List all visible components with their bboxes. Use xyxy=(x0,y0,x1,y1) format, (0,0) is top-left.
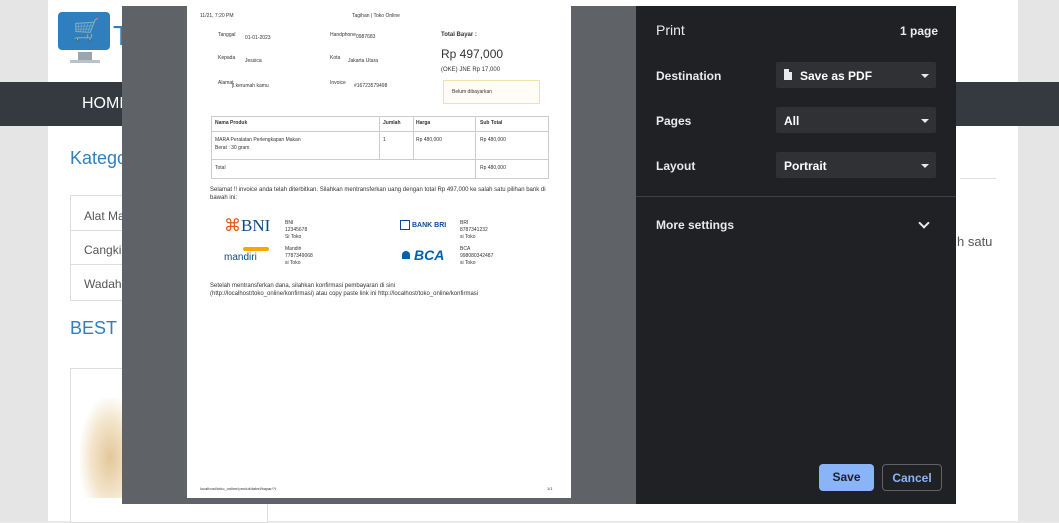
bank-detail: 8787341232 xyxy=(460,227,488,233)
partial-text: h satu xyxy=(957,234,993,249)
bri-logo-text: BANK BRI xyxy=(412,221,447,229)
mandiri-logo: mandiri xyxy=(224,252,257,263)
kota-value: Jakarta Utara xyxy=(348,58,379,64)
settings-divider xyxy=(636,196,956,197)
bank-detail: si Toko xyxy=(285,260,301,266)
chevron-down-icon xyxy=(921,74,929,78)
invoice-message: Selamat !! invoice anda telah diterbitka… xyxy=(210,187,546,201)
bri-account-info: BRI 8787341232 si Toko xyxy=(460,220,488,241)
mandiri-wave-icon xyxy=(243,247,269,251)
bni-logo: ⌘BNI xyxy=(224,216,270,236)
bni-logo-text: BNI xyxy=(241,216,271,235)
table-total-label: Total xyxy=(215,165,226,171)
total-bayar-label: Total Bayar : xyxy=(441,32,477,38)
content-divider xyxy=(960,178,996,179)
bank-detail: BRI xyxy=(460,220,469,226)
confirm-text: Setelah mentransferkan dana, silahkan ko… xyxy=(210,283,479,297)
page-count: 1 page xyxy=(900,24,939,38)
bank-detail: 12345678 xyxy=(285,227,308,233)
handphone-label: Handphone xyxy=(330,32,356,38)
print-title: Print xyxy=(656,22,685,38)
table-header: Jumlah xyxy=(383,120,401,126)
pages-value: All xyxy=(784,114,800,128)
alamat-value: jl.kerumah kamu xyxy=(232,83,269,89)
tanggal-value: 01-01-2023 xyxy=(245,35,271,41)
mandiri-account-info: Mandiri 7787349068 si Toko xyxy=(285,246,313,267)
bri-mark-icon xyxy=(400,220,410,230)
bank-detail: Mandiri xyxy=(285,246,302,252)
bca-mark-icon xyxy=(402,251,410,259)
save-button[interactable]: Save xyxy=(819,464,874,491)
kepada-value: Jessica xyxy=(245,58,262,64)
handphone-value: 0987683 xyxy=(356,34,376,40)
kota-label: Kota xyxy=(330,55,341,61)
table-cell-subtotal: Rp 480,000 xyxy=(480,137,506,143)
category-item[interactable]: Cangkir xyxy=(84,243,125,257)
layout-value: Portrait xyxy=(784,159,827,173)
invoice-header-time: 11/21, 7:20 PM xyxy=(200,13,234,19)
table-header: Harga xyxy=(416,120,431,126)
pages-label: Pages xyxy=(656,114,692,128)
invoice-label: Invoice xyxy=(330,80,346,86)
total-amount: Rp 497,000 xyxy=(441,47,504,61)
invoice-header-title: Tagihan | Toko Online xyxy=(352,13,400,19)
table-total-value: Rp 480,000 xyxy=(480,165,506,171)
category-divider xyxy=(70,264,125,265)
bni-mark-icon: ⌘ xyxy=(224,216,241,235)
bri-logo: BANK BRI xyxy=(400,220,446,230)
bank-detail: si Toko xyxy=(460,260,476,266)
invoice-number: #16723579498 xyxy=(354,83,388,89)
tanggal-label: Tanggal xyxy=(218,32,236,38)
table-cell-price: Rp 480,000 xyxy=(416,137,442,143)
bank-detail: BNI xyxy=(285,220,294,226)
category-divider xyxy=(70,230,125,231)
table-header: Nama Produk xyxy=(215,120,248,126)
chevron-down-icon xyxy=(921,119,929,123)
document-icon xyxy=(784,69,792,80)
cancel-button[interactable]: Cancel xyxy=(882,464,942,491)
table-cell-qty: 1 xyxy=(383,137,386,143)
layout-label: Layout xyxy=(656,159,696,173)
table-cell-product-weight: Berat : 30 gram xyxy=(215,145,250,151)
bca-logo: BCA xyxy=(414,247,445,263)
footer-url: localhost/toko_online/produk/tabel/bayar… xyxy=(200,486,276,491)
bank-detail: si Toko xyxy=(460,234,476,240)
shipping-info: (OKE) JNE Rp 17,000 xyxy=(441,67,501,73)
status-text: Belum dibayarkan xyxy=(452,89,493,95)
cart-icon: 🛒 xyxy=(73,18,101,43)
bni-account-info: BNI 12345678 Si Toko xyxy=(285,220,307,241)
bank-detail: Si Toko xyxy=(285,234,302,240)
more-settings-toggle[interactable]: More settings xyxy=(656,218,734,232)
logo-base xyxy=(70,60,100,63)
chevron-down-icon xyxy=(921,164,929,168)
logo-stand xyxy=(78,52,92,60)
table-cell-product: MARA Peralatan Perlengkapan Makan xyxy=(215,137,301,143)
category-item[interactable]: Alat Mal xyxy=(84,209,127,223)
bank-detail: 7787349068 xyxy=(285,253,313,259)
footer-page: 1/1 xyxy=(547,486,553,491)
table-header: Sub Total xyxy=(480,120,503,126)
kepada-label: Kepada xyxy=(218,55,236,61)
bca-account-info: BCA 998080342487 si Toko xyxy=(460,246,493,267)
bank-detail: 998080342487 xyxy=(460,253,494,259)
pages-select[interactable] xyxy=(776,107,936,133)
destination-value: Save as PDF xyxy=(800,69,873,83)
bank-detail: BCA xyxy=(460,246,471,252)
destination-label: Destination xyxy=(656,69,722,83)
